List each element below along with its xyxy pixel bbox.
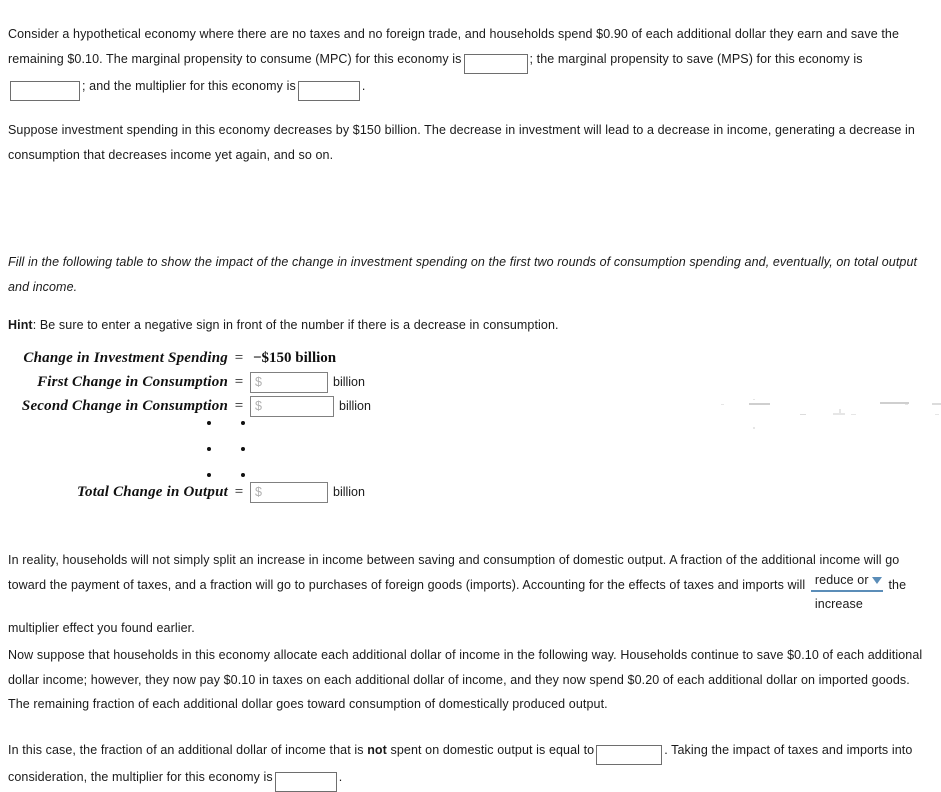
allocation-text: Now suppose that households in this econ… — [8, 648, 923, 711]
equals-sign-2: = — [234, 397, 244, 414]
reality-text-part1: In reality, households will not simply s… — [8, 553, 900, 592]
intro-text-part2: ; the marginal propensity to save (MPS) … — [529, 51, 863, 66]
equals-sign-3: = — [234, 483, 244, 500]
hint-text: : Be sure to enter a negative sign in fr… — [32, 318, 559, 332]
mps-input[interactable] — [10, 80, 80, 101]
chevron-down-icon[interactable] — [871, 577, 882, 584]
dropdown-selected-row[interactable]: reduce or — [810, 573, 883, 592]
final-text-not: not — [367, 743, 387, 757]
intro-paragraph: Consider a hypothetical economy where th… — [8, 22, 923, 101]
total-change-field: billion — [250, 481, 365, 503]
dropdown-selected-label: reduce or — [814, 573, 869, 587]
first-change-input[interactable] — [250, 371, 328, 393]
multiplier-effect-dropdown[interactable]: reduce or increase — [810, 573, 883, 617]
final-paragraph: In this case, the fraction of an additio… — [8, 738, 928, 792]
dropdown-selected-label-wrap: increase — [814, 596, 863, 611]
table-row-second-change: Second Change in Consumption = billion — [0, 394, 420, 418]
investment-text: Suppose investment spending in this econ… — [8, 123, 915, 162]
ellipsis-dot — [207, 473, 211, 477]
row-label-total-change: Total Change in Output — [77, 483, 228, 500]
multiplier-input[interactable] — [297, 80, 360, 101]
table-row-total-change: Total Change in Output = billion — [0, 480, 420, 504]
first-change-field: billion — [250, 371, 365, 393]
ellipsis-dot — [241, 421, 245, 425]
hint-line: Hint: Be sure to enter a negative sign i… — [8, 313, 920, 338]
row-label-investment-change: Change in Investment Spending — [23, 349, 228, 366]
final-text-part2: spent on domestic output is equal to — [390, 743, 595, 757]
ellipsis-dot — [207, 421, 211, 425]
investment-paragraph: Suppose investment spending in this econ… — [8, 118, 920, 167]
ellipsis-dot — [241, 447, 245, 451]
intro-text-part3: ; and the multiplier for this economy is — [82, 78, 296, 93]
second-change-field: billion — [250, 395, 371, 417]
ellipsis-dot — [241, 473, 245, 477]
table-row-investment-change: Change in Investment Spending = −$150 bi… — [0, 346, 420, 370]
worksheet-page: Consider a hypothetical economy where th… — [0, 0, 941, 792]
final-text-part4: . — [338, 770, 343, 784]
second-change-unit: billion — [339, 399, 371, 413]
fill-in-instruction: Fill in the following table to show the … — [8, 250, 920, 299]
first-change-unit: billion — [333, 375, 365, 389]
hint-label: Hint — [8, 318, 33, 332]
equals-sign-1: = — [234, 373, 244, 390]
table-row-first-change: First Change in Consumption = billion — [0, 370, 420, 394]
second-change-input[interactable] — [250, 395, 334, 417]
leakage-fraction-input[interactable] — [596, 745, 663, 765]
row-label-first-change: First Change in Consumption — [37, 373, 228, 390]
total-change-unit: billion — [333, 485, 365, 499]
intro-text-part4: . — [361, 78, 366, 93]
ellipsis-dot — [207, 447, 211, 451]
final-text-part1: In this case, the fraction of an additio… — [8, 743, 364, 757]
investment-change-value: −$150 billion — [253, 349, 337, 366]
fill-in-text: Fill in the following table to show the … — [8, 255, 918, 294]
equals-sign-0: = — [234, 349, 244, 366]
row-label-second-change: Second Change in Consumption — [21, 397, 228, 414]
allocation-paragraph: Now suppose that households in this econ… — [8, 643, 923, 717]
mpc-input[interactable] — [463, 53, 528, 74]
open-economy-multiplier-input[interactable] — [274, 772, 337, 792]
total-change-input[interactable] — [250, 481, 328, 503]
reality-paragraph: In reality, households will not simply s… — [8, 548, 910, 641]
vertical-ellipsis — [0, 418, 300, 480]
